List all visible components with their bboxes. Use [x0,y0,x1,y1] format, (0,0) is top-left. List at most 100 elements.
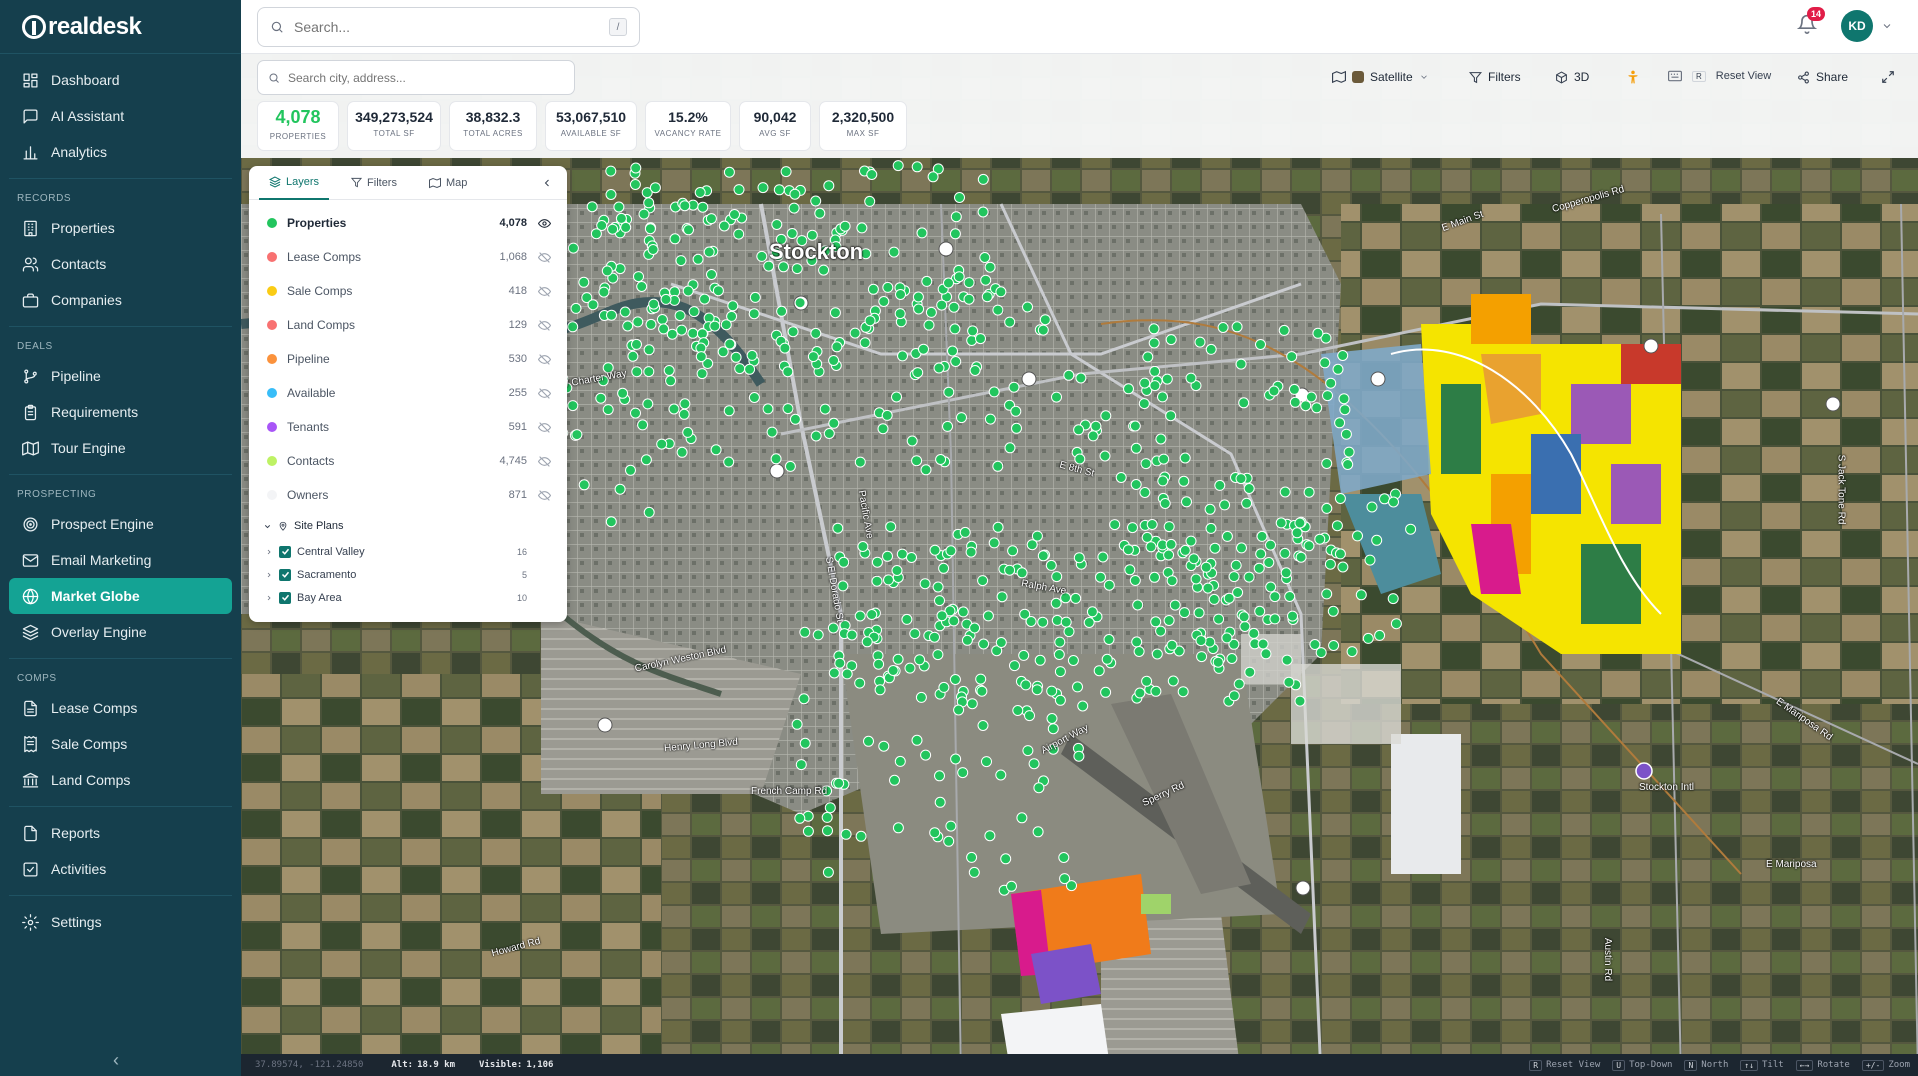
property-marker[interactable] [949,228,961,240]
property-marker[interactable] [668,403,680,415]
property-marker[interactable] [954,192,965,203]
property-marker[interactable] [878,740,890,752]
property-marker[interactable] [619,306,631,318]
property-marker[interactable] [977,173,989,185]
property-marker[interactable] [1124,564,1136,576]
property-marker[interactable] [1235,473,1247,485]
property-marker[interactable] [658,323,670,335]
property-marker[interactable] [1034,654,1046,666]
property-marker[interactable] [1366,501,1378,513]
property-marker[interactable] [631,366,643,378]
property-marker[interactable] [919,578,931,590]
property-marker[interactable] [779,342,791,354]
property-marker[interactable] [906,552,917,563]
property-marker[interactable] [1319,357,1331,369]
eye-off-icon[interactable] [537,285,552,301]
layer-row-pipeline[interactable]: Pipeline 530 [249,342,567,376]
property-marker[interactable] [720,319,732,331]
property-marker[interactable] [1327,605,1339,617]
property-marker[interactable] [1212,656,1224,668]
property-marker[interactable] [1161,373,1173,385]
property-marker[interactable] [799,626,811,638]
property-marker[interactable] [643,344,655,356]
tab-map[interactable]: Map [419,166,477,200]
property-marker[interactable] [966,851,978,863]
sidebar-item-pipeline[interactable]: Pipeline [9,358,232,394]
property-marker[interactable] [1004,564,1016,576]
property-marker[interactable] [734,363,746,375]
property-marker[interactable] [1004,442,1016,454]
property-marker[interactable] [794,297,806,309]
property-marker[interactable] [1031,530,1043,542]
property-marker[interactable] [968,866,980,878]
property-marker[interactable] [814,207,826,219]
property-marker[interactable] [727,300,739,312]
property-marker[interactable] [678,408,690,420]
property-marker[interactable] [819,403,831,415]
property-marker[interactable] [938,681,950,693]
property-marker[interactable] [891,391,902,403]
property-marker[interactable] [1127,522,1138,534]
property-marker[interactable] [1221,632,1233,644]
property-marker[interactable] [947,345,958,357]
property-marker[interactable] [1045,559,1057,571]
property-marker[interactable] [682,426,694,438]
property-marker[interactable] [723,166,735,178]
eye-off-icon[interactable] [537,421,552,437]
property-marker[interactable] [984,830,996,842]
property-marker[interactable] [1260,648,1272,660]
property-marker[interactable] [866,609,878,620]
property-marker[interactable] [950,753,962,765]
reset-view-button[interactable]: R Reset View [1668,70,1771,82]
property-marker[interactable] [1077,700,1089,712]
property-marker[interactable] [676,446,688,458]
property-marker[interactable] [1123,383,1134,395]
property-marker[interactable] [1362,632,1374,644]
property-marker[interactable] [1133,646,1145,657]
property-marker[interactable] [1265,539,1276,551]
property-marker[interactable] [877,423,889,435]
property-marker[interactable] [789,188,801,200]
layer-row-land-comps[interactable]: Land Comps 129 [249,308,567,342]
property-marker[interactable] [1024,710,1035,722]
property-marker[interactable] [984,413,996,425]
site-plans-header[interactable]: Site Plans [249,512,567,540]
property-marker[interactable] [821,811,833,823]
property-marker[interactable] [1208,593,1220,605]
property-marker[interactable] [828,355,840,366]
property-marker[interactable] [1073,750,1085,762]
property-marker[interactable] [1073,424,1085,436]
property-marker[interactable] [1090,420,1102,432]
property-marker[interactable] [1149,380,1161,392]
property-marker[interactable] [841,668,853,680]
property-marker[interactable] [969,365,981,376]
property-marker[interactable] [1010,405,1022,417]
property-marker[interactable] [1342,459,1354,470]
property-marker[interactable] [1050,597,1062,609]
property-marker[interactable] [571,429,583,441]
market-globe-map[interactable]: Stockton E Main St Copperopolis Rd E Mar… [241,54,1918,1076]
property-marker[interactable] [827,622,839,634]
property-marker[interactable] [679,398,691,410]
property-marker[interactable] [957,606,969,618]
property-marker[interactable] [1129,575,1141,586]
sidebar-item-properties[interactable]: Properties [9,210,232,246]
property-marker[interactable] [864,315,876,327]
property-marker[interactable] [784,460,796,472]
property-marker[interactable] [1280,567,1292,579]
property-marker[interactable] [1037,550,1049,562]
property-marker[interactable] [1025,616,1037,627]
property-marker[interactable] [1097,551,1109,563]
property-marker[interactable] [920,464,932,476]
property-marker[interactable] [1148,337,1160,349]
property-marker[interactable] [1051,391,1062,403]
property-marker[interactable] [1236,542,1247,554]
property-marker[interactable] [1321,458,1333,469]
property-marker[interactable] [904,662,916,674]
property-marker[interactable] [1241,497,1253,509]
property-marker[interactable] [1228,690,1240,702]
property-marker[interactable] [606,309,617,321]
property-marker[interactable] [1109,519,1121,531]
property-marker[interactable] [590,228,602,240]
property-marker[interactable] [1388,496,1399,508]
